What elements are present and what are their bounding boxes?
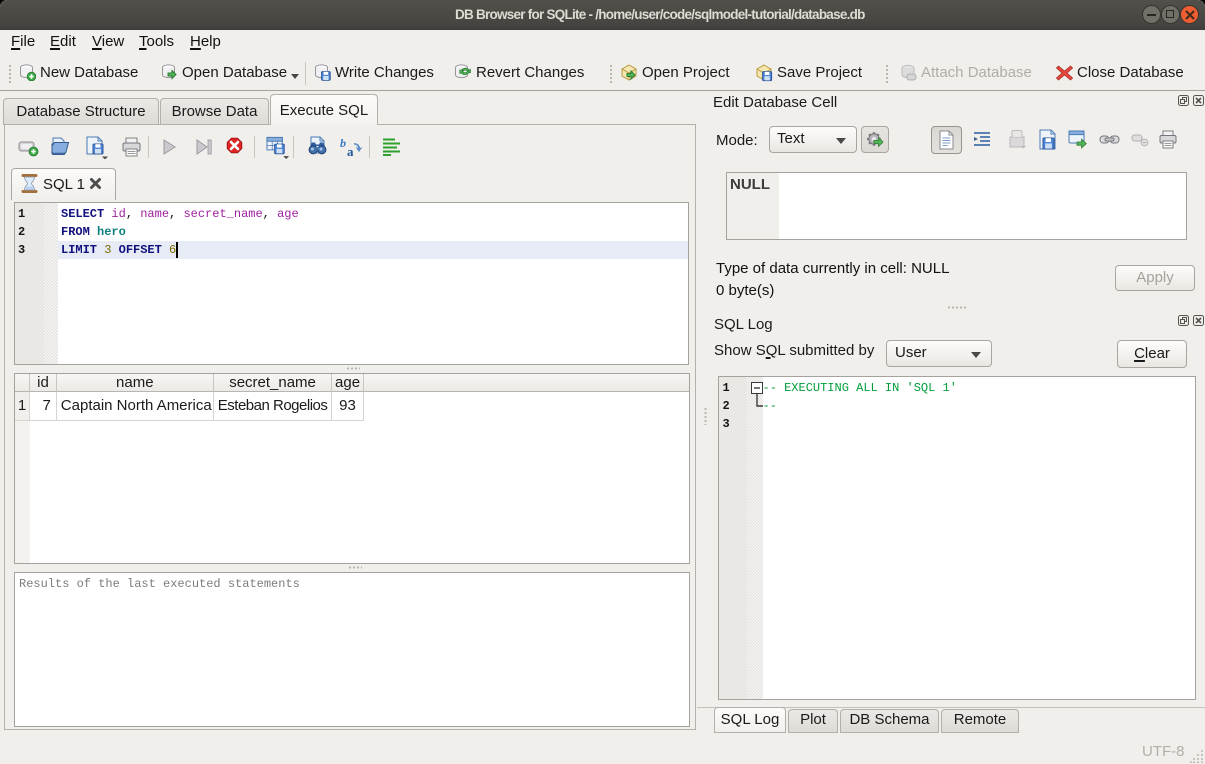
svg-text:b: b	[340, 137, 346, 150]
svg-text:a: a	[347, 144, 354, 159]
